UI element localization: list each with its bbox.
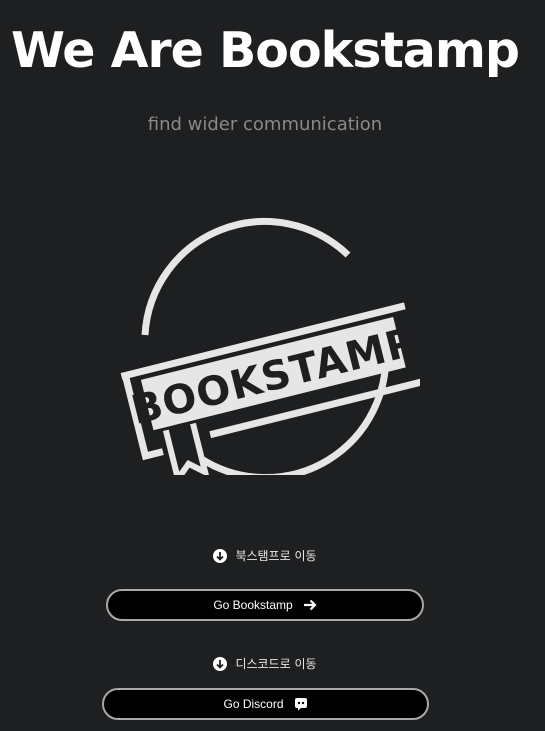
arrow-down-circle-icon: [213, 548, 228, 563]
arrow-right-icon: [303, 599, 317, 611]
tagline: find wider communication: [147, 114, 383, 135]
bookstamp-logo: BOOKSTAMP: [120, 218, 420, 475]
section-label-text: 디스코드로 이동: [235, 657, 317, 671]
go-bookstamp-button[interactable]: Go Bookstamp: [106, 589, 424, 621]
go-bookstamp-label: Go Bookstamp: [213, 598, 293, 612]
page-title: We Are Bookstamp: [10, 22, 520, 79]
discord-icon: [294, 698, 307, 711]
section-label-discord: 디스코드로 이동: [0, 655, 530, 672]
section-label-bookstamp: 북스탬프로 이동: [0, 547, 530, 564]
logo-bookmark: [162, 422, 210, 475]
go-discord-label: Go Discord: [223, 697, 284, 711]
logo-ring-top: [141, 218, 351, 336]
arrow-down-circle-icon: [213, 656, 228, 671]
section-label-text: 북스탬프로 이동: [235, 549, 317, 563]
go-discord-button[interactable]: Go Discord: [102, 688, 429, 720]
